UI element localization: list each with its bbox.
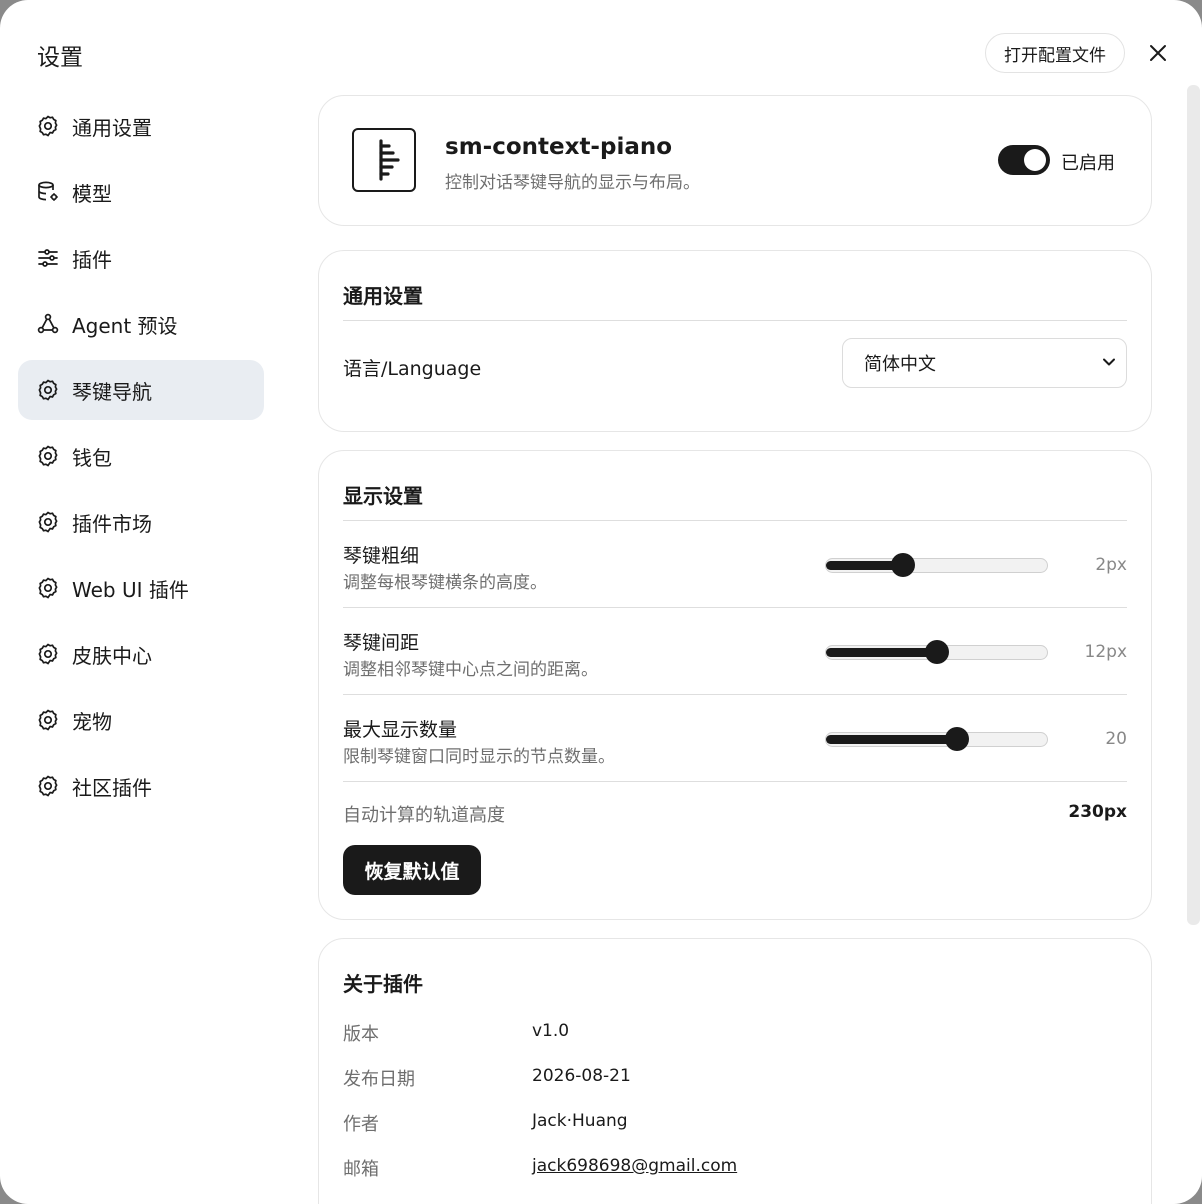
setting-value: 2px [1095,555,1127,575]
sidebar-item-label: 钱包 [72,445,112,470]
reset-defaults-button[interactable]: 恢复默认值 [343,845,481,895]
gear-icon [36,774,60,798]
setting-name: 琴键粗细 [343,545,420,567]
language-select-value: 简体中文 [864,354,936,375]
sidebar-item-wallet[interactable]: 钱包 [18,426,264,486]
gear-icon [36,642,60,666]
piano-logo-icon [352,128,416,192]
gear-icon [36,510,60,534]
sidebar-item-models[interactable]: 模型 [18,162,264,222]
sidebar-item-webui-plugins[interactable]: Web UI 插件 [18,558,264,618]
info-key-version: 版本 [343,1024,379,1045]
sidebar-item-skin-center[interactable]: 皮肤中心 [18,624,264,684]
info-key-release-date: 发布日期 [343,1069,415,1090]
setting-hint: 限制琴键窗口同时显示的节点数量。 [343,747,615,767]
setting-hint: 调整相邻琴键中心点之间的距离。 [343,660,598,680]
sidebar-item-label: 通用设置 [72,115,152,140]
info-value-author: Jack·Huang [532,1111,628,1131]
setting-name: 琴键间距 [343,632,420,654]
info-key-email: 邮箱 [343,1159,379,1180]
main-panel: sm-context-piano 控制对话琴键导航的显示与布局。 已启用 通用设… [318,95,1152,1204]
settings-dialog: 设置 打开配置文件 通用设置 模型 插件 Agent 预设 琴键导航 钱包 插件… [0,0,1202,1204]
setting-hint: 调整每根琴键横条的高度。 [343,573,547,593]
slider-fill [826,648,937,657]
email-link[interactable]: jack698698@gmail.com [532,1156,737,1176]
close-icon [1150,45,1166,61]
sidebar-item-agent-presets[interactable]: Agent 预设 [18,294,264,354]
gear-icon [36,576,60,600]
gear-icon [36,114,60,138]
display-settings-card: 显示设置 琴键粗细 调整每根琴键横条的高度。 2px 琴键间距 调整相邻琴键中心… [318,450,1152,920]
setting-value: 20 [1105,729,1127,749]
sidebar-item-label: Agent 预设 [72,313,178,338]
sidebar-item-pets[interactable]: 宠物 [18,690,264,750]
gear-icon [36,444,60,468]
gear-icon [36,378,60,402]
setting-row-key-spacing: 琴键间距 调整相邻琴键中心点之间的距离。 12px [343,608,1127,695]
sidebar-item-label: 社区插件 [72,775,152,800]
sidebar-item-plugin-market[interactable]: 插件市场 [18,492,264,552]
general-settings-card: 通用设置 语言/Language 简体中文 [318,250,1152,432]
scrollbar[interactable] [1187,85,1200,925]
chevron-down-icon [1103,358,1115,366]
slider-thumb[interactable] [924,640,949,664]
sidebar-item-label: 插件 [72,247,112,272]
setting-row-max-count: 最大显示数量 限制琴键窗口同时显示的节点数量。 20 [343,695,1127,782]
plugin-description: 控制对话琴键导航的显示与布局。 [445,173,700,193]
divider [343,320,1127,321]
auto-track-height-label: 自动计算的轨道高度 [343,805,505,826]
language-label: 语言/Language [343,358,482,380]
gear-icon [36,708,60,732]
max-count-slider[interactable] [825,727,1048,751]
section-title: 关于插件 [343,972,423,996]
sidebar-item-general[interactable]: 通用设置 [18,96,264,156]
slider-thumb[interactable] [891,553,916,577]
slider-thumb[interactable] [945,727,970,751]
setting-name: 最大显示数量 [343,719,458,741]
key-spacing-slider[interactable] [825,640,1048,664]
setting-value: 12px [1084,642,1127,662]
sidebar-item-label: 模型 [72,181,112,206]
slider-fill [826,735,958,744]
plugin-header-card: sm-context-piano 控制对话琴键导航的显示与布局。 已启用 [318,95,1152,226]
about-plugin-card: 关于插件 版本 v1.0 发布日期 2026-08-21 作者 Jack·Hua… [318,938,1152,1204]
auto-track-height-value: 230px [1068,802,1127,822]
sidebar-item-plugins[interactable]: 插件 [18,228,264,288]
sidebar-item-piano-nav[interactable]: 琴键导航 [18,360,264,420]
sliders-icon [36,246,60,270]
sidebar-item-label: 皮肤中心 [72,643,152,668]
toggle-knob [1024,149,1046,171]
divider [343,781,1127,782]
info-value-release-date: 2026-08-21 [532,1066,631,1086]
setting-row-key-thickness: 琴键粗细 调整每根琴键横条的高度。 2px [343,521,1127,608]
open-config-button[interactable]: 打开配置文件 [985,33,1125,73]
info-value-version: v1.0 [532,1021,570,1041]
dialog-title: 设置 [37,45,83,71]
language-select[interactable]: 简体中文 [842,338,1127,388]
plugin-enabled-toggle[interactable] [998,145,1050,175]
sidebar-item-community-plugins[interactable]: 社区插件 [18,756,264,816]
agent-nodes-icon [36,312,60,336]
sidebar-item-label: Web UI 插件 [72,577,189,602]
plugin-name: sm-context-piano [445,134,673,160]
database-gear-icon [36,180,60,204]
close-button[interactable] [1140,35,1176,71]
sidebar-item-label: 宠物 [72,709,112,734]
sidebar-item-label: 插件市场 [72,511,152,536]
section-title: 通用设置 [343,284,423,308]
sidebar-item-label: 琴键导航 [72,379,152,404]
section-title: 显示设置 [343,484,423,508]
info-key-author: 作者 [343,1114,379,1135]
key-thickness-slider[interactable] [825,553,1048,577]
sidebar: 通用设置 模型 插件 Agent 预设 琴键导航 钱包 插件市场 Web UI [18,96,264,822]
toggle-label: 已启用 [1061,153,1115,174]
